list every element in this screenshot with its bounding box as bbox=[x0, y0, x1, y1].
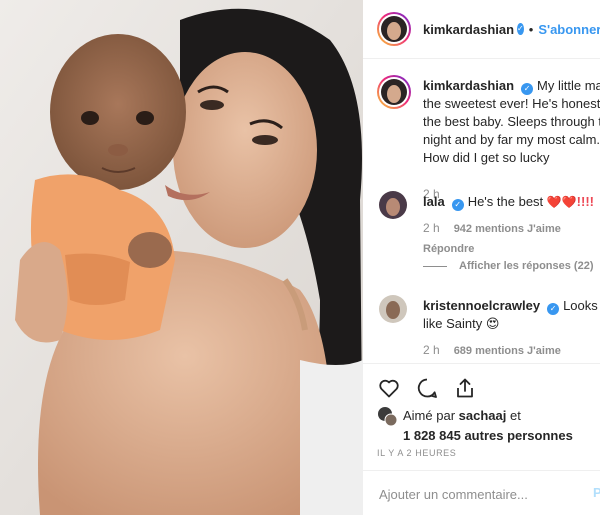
author-avatar-image bbox=[381, 16, 407, 42]
caption-body: kimkardashian✓My little man is the sweet… bbox=[423, 77, 600, 203]
liked-by-user[interactable]: sachaaj bbox=[459, 408, 507, 423]
post-side-panel: kimkardashian ✓ • S'abonner kimkardashia… bbox=[363, 0, 600, 515]
heart-emoji: ❤️❤️ bbox=[546, 195, 577, 209]
exclamation-emoji: !!!! bbox=[576, 194, 594, 209]
view-replies-label: Afficher les réponses (22) bbox=[459, 260, 594, 272]
author-username[interactable]: kimkardashian bbox=[423, 22, 514, 37]
comments-list[interactable]: kimkardashian✓My little man is the sweet… bbox=[363, 59, 600, 359]
liker-avatars bbox=[377, 406, 398, 427]
caption-avatar-image bbox=[381, 79, 407, 105]
comment-icon[interactable] bbox=[415, 376, 439, 400]
photo-illustration bbox=[0, 0, 363, 515]
comment-input[interactable] bbox=[377, 483, 581, 505]
verified-badge-icon: ✓ bbox=[521, 83, 534, 95]
add-comment-bar: P bbox=[363, 470, 600, 515]
view-replies-button[interactable]: Afficher les réponses (22) bbox=[423, 260, 594, 272]
heart-eyes-emoji: 😍 bbox=[485, 316, 500, 331]
share-icon[interactable] bbox=[453, 376, 477, 400]
comment-body: kristennoelcrawley✓Looks just like Saint… bbox=[423, 297, 600, 359]
liked-by-prefix: Aimé par bbox=[403, 408, 456, 423]
post-header: kimkardashian ✓ • S'abonner bbox=[363, 0, 600, 59]
verified-badge-icon: ✓ bbox=[547, 303, 560, 315]
liked-by-suffix: et bbox=[509, 408, 521, 423]
verified-badge-icon: ✓ bbox=[517, 23, 524, 35]
commenter-username[interactable]: lala bbox=[423, 194, 445, 209]
separator-dot: • bbox=[528, 21, 534, 37]
comment-likes[interactable]: 942 mentions J'aime bbox=[454, 223, 561, 235]
heart-icon[interactable] bbox=[377, 376, 401, 400]
likes-count[interactable]: 1 828 845 autres personnes bbox=[403, 428, 573, 443]
caption-avatar[interactable] bbox=[377, 75, 411, 109]
follow-button[interactable]: S'abonner bbox=[538, 22, 600, 37]
reply-button[interactable]: Répondre bbox=[423, 240, 600, 258]
comment-likes[interactable]: 689 mentions J'aime bbox=[454, 345, 561, 357]
comment-body: lala ✓ He's the best ❤️❤️!!!! 2 h 942 menti… bbox=[423, 193, 600, 258]
comment-meta: 2 h 942 mentions J'aime bbox=[423, 219, 600, 238]
comment-time[interactable]: 2 h bbox=[423, 343, 440, 357]
comment-time[interactable]: 2 h bbox=[423, 221, 440, 235]
post-comment-button[interactable]: P bbox=[593, 485, 600, 500]
commenter-avatar[interactable] bbox=[379, 295, 407, 323]
likes-text: Aimé par sachaaj et 1 828 845 autres per… bbox=[403, 406, 573, 446]
commenter-username[interactable]: kristennoelcrawley bbox=[423, 298, 540, 313]
post-photo[interactable] bbox=[0, 0, 363, 515]
post-actions: Aimé par sachaaj et 1 828 845 autres per… bbox=[363, 363, 600, 515]
post-timestamp[interactable]: IL Y A 2 HEURES bbox=[377, 448, 456, 458]
commenter-avatar[interactable] bbox=[379, 191, 407, 219]
likes-summary: Aimé par sachaaj et 1 828 845 autres per… bbox=[377, 406, 573, 446]
comment-text: He's the best bbox=[467, 194, 544, 209]
author-avatar[interactable] bbox=[377, 12, 411, 46]
comment-meta: 2 h 689 mentions J'aime bbox=[423, 341, 600, 359]
replies-line bbox=[423, 265, 447, 267]
caption-username[interactable]: kimkardashian bbox=[423, 78, 514, 93]
verified-badge-icon: ✓ bbox=[451, 199, 464, 211]
